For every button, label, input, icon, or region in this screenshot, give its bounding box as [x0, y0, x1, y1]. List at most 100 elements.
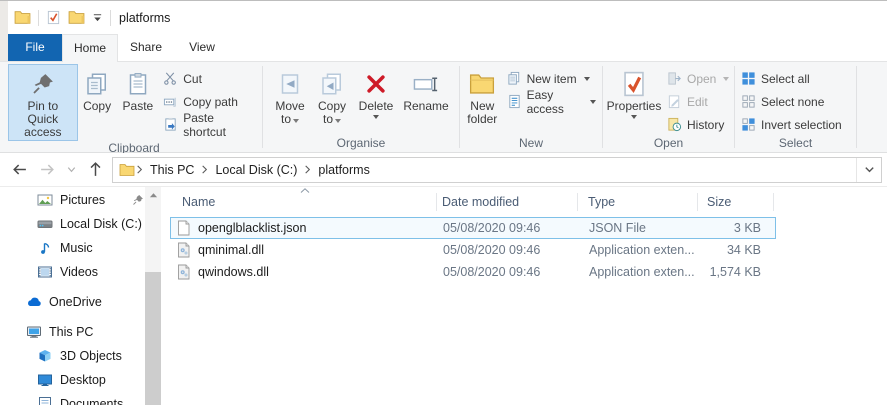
rename-icon [413, 68, 439, 100]
qat-separator [38, 9, 39, 26]
qat-properties-button[interactable] [46, 10, 61, 25]
group-label-organise: Organise [336, 136, 386, 150]
move-to-button[interactable]: Move to [269, 64, 311, 128]
column-header-type[interactable]: Type [578, 193, 698, 211]
open-button[interactable]: Open [663, 67, 733, 90]
tab-home[interactable]: Home [62, 34, 118, 62]
edit-button[interactable]: Edit [663, 90, 733, 113]
background-window-sliver [0, 1, 8, 61]
ribbon-group-organise: Move to Copy to Delete Rename Organise [265, 62, 457, 152]
scrollbar-thumb[interactable] [145, 272, 161, 405]
sidebar-scrollbar[interactable] [145, 187, 161, 405]
delete-x-icon [365, 68, 387, 100]
new-item-icon [507, 71, 522, 86]
group-label-select: Select [778, 136, 813, 150]
file-date: 05/08/2020 09:46 [443, 243, 541, 257]
breadcrumb-chevron-icon[interactable] [135, 164, 144, 175]
qat-separator [110, 9, 111, 26]
window-title: platforms [119, 10, 171, 25]
sidebar-item-documents[interactable]: Documents [0, 392, 145, 405]
group-label-new: New [518, 136, 543, 150]
back-button[interactable] [6, 157, 32, 183]
ribbon-group-new: New folder New item Easy access New [462, 62, 600, 152]
file-row-openglblacklist[interactable]: openglblacklist.json 05/08/2020 09:46 JS… [170, 217, 776, 239]
copy-to-icon [320, 68, 344, 100]
tab-view[interactable]: View [174, 34, 230, 61]
file-date: 05/08/2020 09:46 [443, 221, 541, 235]
tab-file[interactable]: File [8, 34, 62, 61]
properties-button[interactable]: Properties [605, 64, 663, 121]
breadcrumb-chevron-icon[interactable] [200, 164, 209, 175]
edit-pencil-icon [667, 94, 682, 109]
breadcrumb-local-disk-c[interactable]: Local Disk (C:) [209, 163, 303, 177]
file-type: Application exten... [589, 265, 695, 279]
breadcrumb-this-pc[interactable]: This PC [144, 163, 200, 177]
select-none-button[interactable]: Select none [737, 90, 846, 113]
ribbon-separator [734, 66, 735, 148]
ribbon-tab-bar: File Home Share View [0, 34, 887, 62]
select-all-icon [741, 71, 756, 86]
column-header-name[interactable]: Name [170, 193, 437, 211]
pin-to-quick-access-button[interactable]: Pin to Quick access [8, 64, 78, 141]
file-explorer-window: platforms File Home Share View Pin to Qu… [0, 0, 887, 405]
paste-shortcut-button[interactable]: Paste shortcut [159, 111, 260, 139]
column-header-size[interactable]: Size [698, 193, 774, 211]
sidebar-item-this-pc[interactable]: This PC [0, 320, 145, 344]
file-row-qwindows[interactable]: qwindows.dll 05/08/2020 09:46 Applicatio… [170, 261, 776, 283]
qat-new-folder-button[interactable] [68, 10, 85, 25]
quick-access-toolbar [14, 9, 111, 26]
copy-to-button[interactable]: Copy to [311, 64, 353, 128]
file-date: 05/08/2020 09:46 [443, 265, 541, 279]
sort-ascending-icon [300, 188, 310, 193]
address-bar: This PC Local Disk (C:) platforms [0, 153, 887, 187]
up-button[interactable] [82, 157, 108, 183]
pinned-pin-icon[interactable] [132, 194, 144, 206]
file-size: 3 KB [733, 221, 761, 235]
address-dropdown-button[interactable] [856, 157, 881, 182]
delete-button[interactable]: Delete [353, 64, 399, 121]
sidebar-item-desktop[interactable]: Desktop [0, 368, 145, 392]
history-clock-icon [667, 117, 682, 132]
rename-button[interactable]: Rename [399, 64, 453, 115]
navigation-pane: Pictures Local Disk (C:) Music Videos On… [0, 187, 145, 405]
scrollbar-up-arrow[interactable] [145, 187, 161, 203]
ribbon-group-open: Properties Open Edit History Open [605, 62, 732, 152]
file-row-qminimal[interactable]: qminimal.dll 05/08/2020 09:46 Applicatio… [170, 239, 776, 261]
invert-selection-button[interactable]: Invert selection [737, 113, 846, 136]
easy-access-button[interactable]: Easy access [503, 88, 600, 116]
paste-button[interactable]: Paste [117, 64, 160, 115]
cut-button[interactable]: Cut [159, 67, 260, 90]
ribbon-separator [856, 66, 857, 148]
column-header-date-modified[interactable]: Date modified [437, 193, 578, 211]
breadcrumb-folder-icon [119, 163, 135, 177]
breadcrumb-platforms[interactable]: platforms [312, 163, 375, 177]
breadcrumb-chevron-icon[interactable] [303, 164, 312, 175]
forward-button[interactable] [34, 157, 60, 183]
sidebar-item-3d-objects[interactable]: 3D Objects [0, 344, 145, 368]
sidebar-item-pictures[interactable]: Pictures [0, 188, 145, 212]
copy-path-icon [163, 94, 178, 109]
move-to-icon [278, 68, 302, 100]
group-label-open: Open [653, 136, 684, 150]
select-all-button[interactable]: Select all [737, 67, 846, 90]
history-button[interactable]: History [663, 113, 733, 136]
sidebar-item-music[interactable]: Music [0, 236, 145, 260]
address-input[interactable]: This PC Local Disk (C:) platforms [112, 156, 882, 183]
paste-shortcut-icon [163, 117, 178, 132]
qat-customize-dropdown[interactable] [92, 12, 103, 23]
sidebar-item-local-disk-c[interactable]: Local Disk (C:) [0, 212, 145, 236]
drive-icon [37, 216, 53, 232]
this-pc-icon [26, 324, 42, 340]
copy-button[interactable]: Copy [78, 64, 117, 115]
sidebar-item-videos[interactable]: Videos [0, 260, 145, 284]
music-icon [37, 240, 53, 256]
new-folder-button[interactable]: New folder [462, 64, 503, 128]
recent-locations-dropdown[interactable] [62, 157, 80, 183]
dropdown-caret-icon [335, 119, 341, 123]
sidebar-item-onedrive[interactable]: OneDrive [0, 290, 145, 314]
file-size: 34 KB [726, 243, 761, 257]
desktop-icon [37, 372, 53, 388]
tab-share[interactable]: Share [118, 34, 174, 61]
scissors-icon [163, 71, 178, 86]
json-file-icon [176, 220, 191, 236]
